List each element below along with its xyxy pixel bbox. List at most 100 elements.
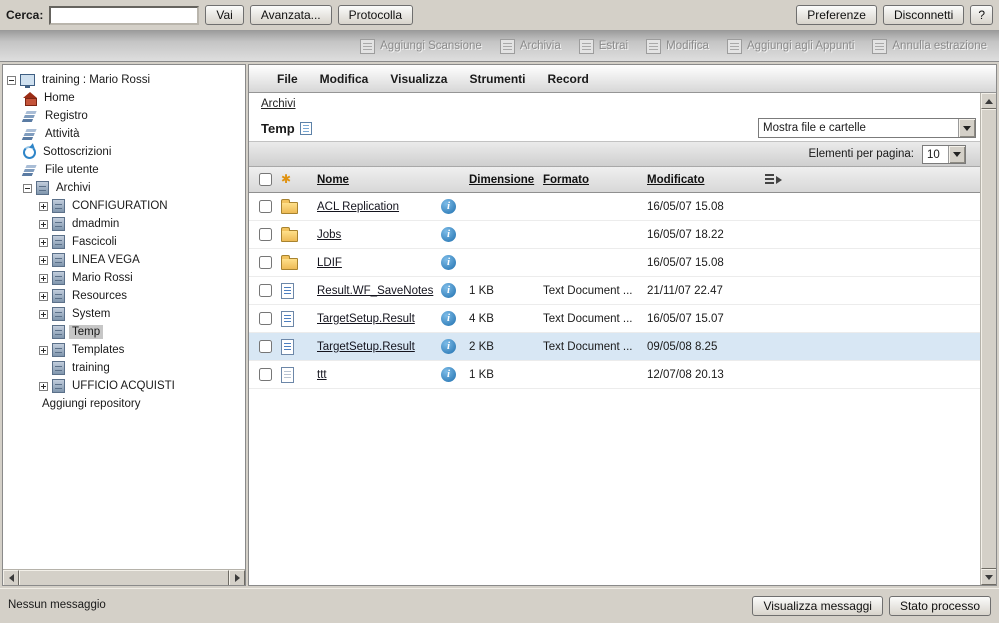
toolbar-item-label: Estrai bbox=[599, 40, 628, 52]
tree-item-dmadmin[interactable]: dmadmin bbox=[3, 215, 245, 233]
toolbar-item-aggiungi-scansione[interactable]: Aggiungi Scansione bbox=[360, 39, 482, 54]
menu-strumenti[interactable]: Strumenti bbox=[469, 72, 525, 86]
tree-item-archivi[interactable]: Archivi bbox=[3, 179, 245, 197]
filter-select[interactable]: Mostra file e cartelle bbox=[758, 118, 976, 138]
info-icon[interactable] bbox=[441, 255, 456, 270]
expander-minus-icon[interactable] bbox=[23, 184, 32, 193]
scroll-down-button[interactable] bbox=[981, 569, 997, 585]
expander-plus-icon[interactable] bbox=[39, 202, 48, 211]
tree-item-ufficio-acquisti[interactable]: UFFICIO ACQUISTI bbox=[3, 377, 245, 395]
tree-item-registro[interactable]: Registro bbox=[3, 107, 245, 125]
tree-item-system[interactable]: System bbox=[3, 305, 245, 323]
toolbar-item-aggiungi-agli-appunti[interactable]: Aggiungi agli Appunti bbox=[727, 39, 854, 54]
info-icon[interactable] bbox=[441, 283, 456, 298]
modified-cell: 16/05/07 15.08 bbox=[645, 257, 763, 269]
view-messages-button[interactable]: Visualizza messaggi bbox=[752, 596, 883, 616]
tree-item-sottoscrizioni[interactable]: Sottoscrizioni bbox=[3, 143, 245, 161]
info-icon[interactable] bbox=[441, 367, 456, 382]
cabinet-icon bbox=[52, 217, 65, 231]
tree-horizontal-scrollbar[interactable] bbox=[3, 569, 245, 585]
preferences-button[interactable]: Preferenze bbox=[796, 5, 877, 25]
row-checkbox[interactable] bbox=[259, 312, 272, 325]
tree-item-templates[interactable]: Templates bbox=[3, 341, 245, 359]
expander-plus-icon[interactable] bbox=[39, 238, 48, 247]
tree-item-resources[interactable]: Resources bbox=[3, 287, 245, 305]
vertical-scrollbar[interactable] bbox=[980, 93, 996, 585]
breadcrumb-link-archivi[interactable]: Archivi bbox=[261, 98, 296, 110]
tree-item-attivit[interactable]: Attività bbox=[3, 125, 245, 143]
tree-item-training[interactable]: training bbox=[3, 359, 245, 377]
row-checkbox[interactable] bbox=[259, 256, 272, 269]
select-all-checkbox[interactable] bbox=[259, 173, 272, 186]
cabinet-icon bbox=[52, 235, 65, 249]
folder-name-link[interactable]: ACL Replication bbox=[317, 201, 399, 213]
toolbar-item-estrai[interactable]: Estrai bbox=[579, 39, 628, 54]
search-input[interactable] bbox=[49, 6, 199, 25]
disconnect-button[interactable]: Disconnetti bbox=[883, 5, 964, 25]
expander-plus-icon[interactable] bbox=[39, 274, 48, 283]
sort-by-name-header[interactable]: Nome bbox=[317, 174, 349, 186]
row-checkbox[interactable] bbox=[259, 284, 272, 297]
toolbar-item-annulla-estrazione[interactable]: Annulla estrazione bbox=[872, 39, 987, 54]
folder-name-link[interactable]: LDIF bbox=[317, 257, 342, 269]
tree-item-configuration[interactable]: CONFIGURATION bbox=[3, 197, 245, 215]
vertical-scrollbar-thumb[interactable] bbox=[981, 109, 997, 569]
tree-item-home[interactable]: Home bbox=[3, 89, 245, 107]
protocol-button[interactable]: Protocolla bbox=[338, 5, 413, 25]
cancel-checkout-icon bbox=[872, 39, 887, 54]
menu-modifica[interactable]: Modifica bbox=[320, 72, 369, 86]
info-icon[interactable] bbox=[441, 199, 456, 214]
modified-cell: 12/07/08 20.13 bbox=[645, 369, 763, 381]
doc-icon bbox=[281, 339, 294, 355]
tree-item-file-utente[interactable]: File utente bbox=[3, 161, 245, 179]
expander-plus-icon[interactable] bbox=[39, 256, 48, 265]
scroll-left-button[interactable] bbox=[3, 570, 19, 586]
tree-item-temp[interactable]: Temp bbox=[3, 323, 245, 341]
row-checkbox[interactable] bbox=[259, 200, 272, 213]
menu-visualizza[interactable]: Visualizza bbox=[390, 72, 447, 86]
file-name-link[interactable]: ttt bbox=[317, 369, 327, 381]
expander-minus-icon[interactable] bbox=[7, 76, 16, 85]
info-icon[interactable] bbox=[441, 311, 456, 326]
row-checkbox[interactable] bbox=[259, 340, 272, 353]
menu-record[interactable]: Record bbox=[548, 72, 589, 86]
object-type-column-icon[interactable] bbox=[281, 173, 291, 186]
sort-by-size-header[interactable]: Dimensione bbox=[469, 174, 534, 186]
info-icon[interactable] bbox=[441, 339, 456, 354]
info-icon[interactable] bbox=[441, 227, 456, 242]
file-name-link[interactable]: Result.WF_SaveNotes bbox=[317, 285, 433, 297]
scroll-right-button[interactable] bbox=[229, 570, 245, 586]
file-name-link[interactable]: TargetSetup.Result bbox=[317, 313, 415, 325]
help-button[interactable]: ? bbox=[970, 5, 993, 25]
file-name-link[interactable]: TargetSetup.Result bbox=[317, 341, 415, 353]
toolbar-item-archivia[interactable]: Archivia bbox=[500, 39, 561, 54]
expander-plus-icon[interactable] bbox=[39, 292, 48, 301]
tree-item-label: dmadmin bbox=[69, 217, 122, 231]
tree-item-label: File utente bbox=[42, 163, 102, 177]
tree-item-training-mario-rossi[interactable]: training : Mario Rossi bbox=[3, 71, 245, 89]
add-repository-link[interactable]: Aggiungi repository bbox=[3, 395, 245, 413]
expander-plus-icon[interactable] bbox=[39, 382, 48, 391]
object-info-icon[interactable] bbox=[300, 122, 312, 135]
expander-plus-icon[interactable] bbox=[39, 310, 48, 319]
column-settings-icon[interactable] bbox=[765, 174, 782, 185]
sort-by-format-header[interactable]: Formato bbox=[543, 174, 589, 186]
row-checkbox[interactable] bbox=[259, 368, 272, 381]
process-status-button[interactable]: Stato processo bbox=[889, 596, 991, 616]
items-per-page-select[interactable]: 10 bbox=[922, 145, 966, 164]
sort-by-modified-header[interactable]: Modificato bbox=[647, 174, 705, 186]
toolbar-item-modifica[interactable]: Modifica bbox=[646, 39, 709, 54]
expander-plus-icon[interactable] bbox=[39, 220, 48, 229]
tree-item-fascicoli[interactable]: Fascicoli bbox=[3, 233, 245, 251]
go-button[interactable]: Vai bbox=[205, 5, 243, 25]
horizontal-scrollbar-thumb[interactable] bbox=[19, 570, 229, 586]
tree-item-linea-vega[interactable]: LINEA VEGA bbox=[3, 251, 245, 269]
down-arrow-icon bbox=[985, 575, 993, 580]
advanced-search-button[interactable]: Avanzata... bbox=[250, 5, 332, 25]
scroll-up-button[interactable] bbox=[981, 93, 997, 109]
menu-file[interactable]: File bbox=[277, 72, 298, 86]
row-checkbox[interactable] bbox=[259, 228, 272, 241]
folder-name-link[interactable]: Jobs bbox=[317, 229, 341, 241]
expander-plus-icon[interactable] bbox=[39, 346, 48, 355]
tree-item-mario-rossi[interactable]: Mario Rossi bbox=[3, 269, 245, 287]
